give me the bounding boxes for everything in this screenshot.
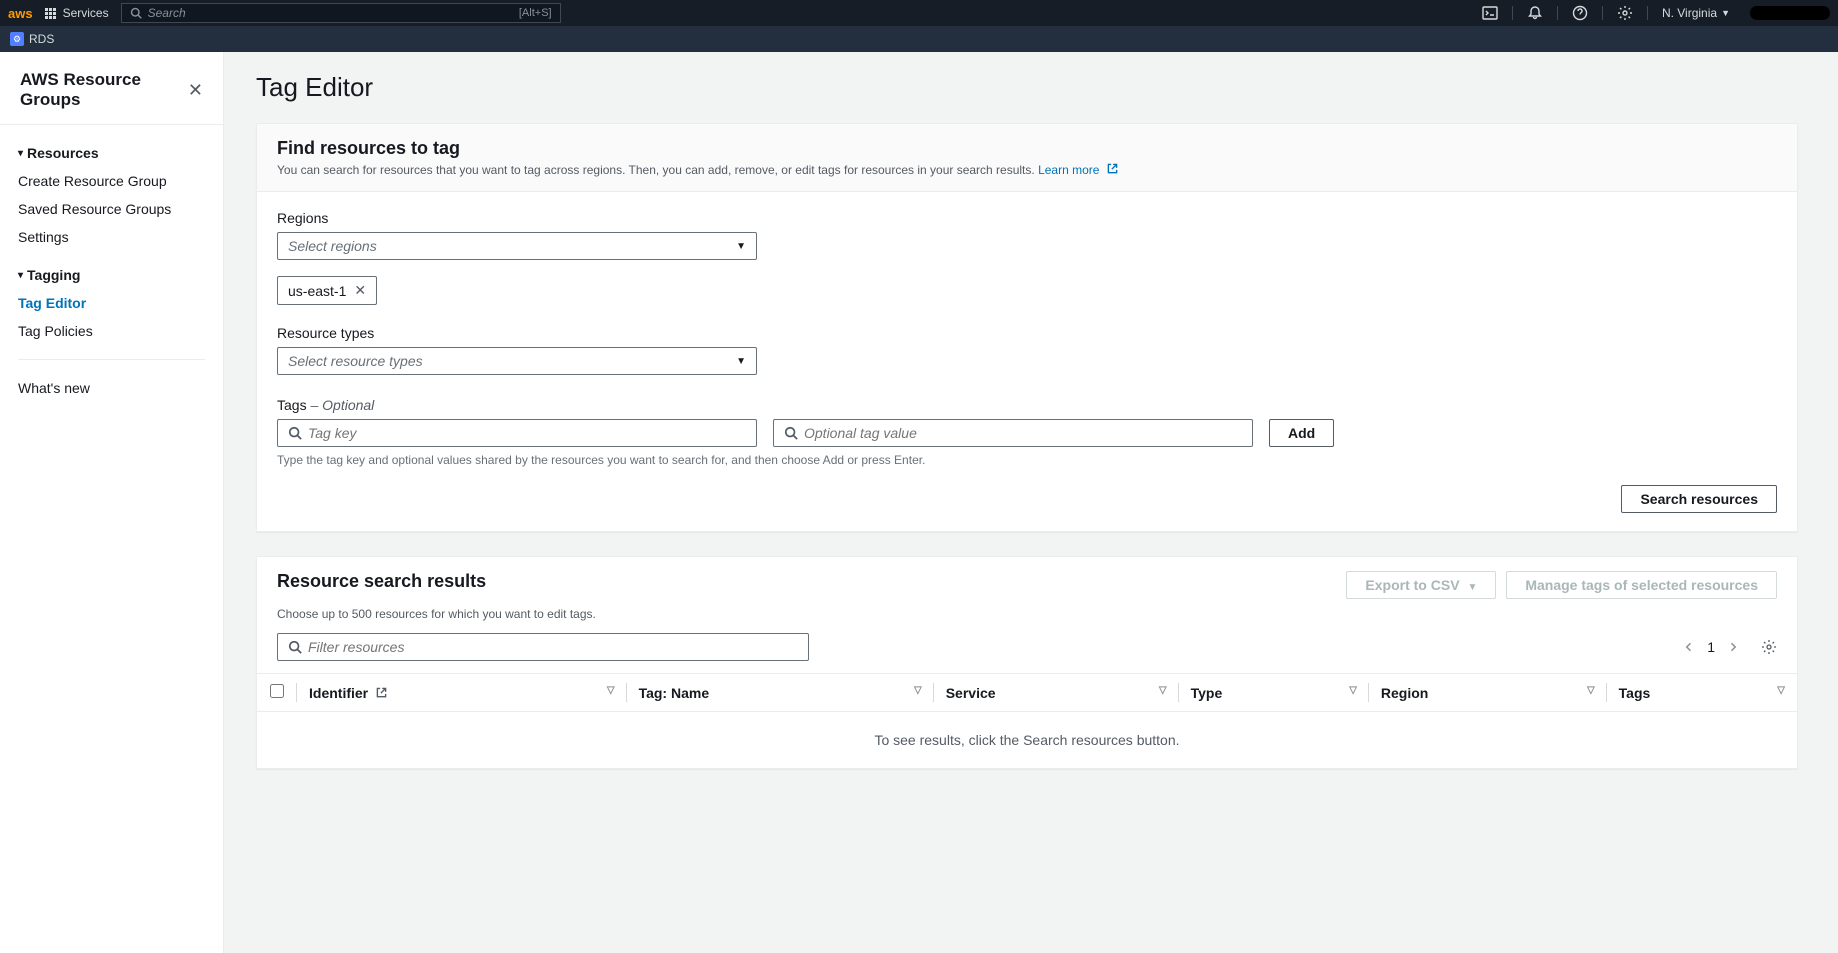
manage-tags-button[interactable]: Manage tags of selected resources (1506, 571, 1777, 599)
region-chip-label: us-east-1 (288, 283, 346, 299)
sort-icon: ▽ (607, 685, 615, 696)
col-type[interactable]: Type▽ (1179, 674, 1369, 712)
page-title: Tag Editor (256, 72, 1798, 103)
sidebar-title: AWS Resource Groups (20, 70, 188, 110)
top-nav: aws Services Search [Alt+S] N. Virginia … (0, 0, 1838, 26)
prev-page-icon[interactable] (1683, 641, 1695, 653)
sidebar-section-tagging[interactable]: Tagging (0, 261, 223, 289)
tags-hint: Type the tag key and optional values sha… (277, 453, 1777, 467)
notifications-icon[interactable] (1527, 5, 1543, 21)
search-icon (288, 426, 302, 440)
page-number: 1 (1707, 639, 1715, 655)
global-search-input[interactable]: Search [Alt+S] (121, 3, 561, 23)
external-link-icon (1107, 163, 1118, 174)
main-content: Tag Editor Find resources to tag You can… (224, 52, 1838, 953)
sidebar: AWS Resource Groups ✕ Resources Create R… (0, 52, 224, 953)
sort-icon: ▽ (1349, 685, 1357, 696)
pagination: 1 (1683, 639, 1777, 655)
filter-resources-input[interactable] (277, 633, 809, 661)
region-chip-us-east-1: us-east-1 ✕ (277, 276, 377, 305)
empty-state-row: To see results, click the Search resourc… (257, 712, 1797, 769)
search-icon (784, 426, 798, 440)
services-grid-icon[interactable] (45, 8, 57, 19)
search-shortcut: [Alt+S] (519, 7, 552, 19)
rds-service-link[interactable]: RDS (29, 32, 54, 46)
sidebar-item-whats-new[interactable]: What's new (0, 374, 223, 402)
results-subtitle: Choose up to 500 resources for which you… (257, 607, 1797, 633)
top-nav-right: N. Virginia ▼ (1482, 5, 1830, 21)
settings-icon[interactable] (1617, 5, 1633, 21)
col-identifier[interactable]: Identifier ▽ (297, 674, 627, 712)
learn-more-link[interactable]: Learn more (1038, 163, 1118, 177)
find-panel-title: Find resources to tag (277, 138, 1777, 159)
account-menu[interactable] (1750, 6, 1830, 20)
sort-icon: ▽ (1587, 685, 1595, 696)
find-resources-panel: Find resources to tag You can search for… (256, 123, 1798, 532)
search-resources-button[interactable]: Search resources (1621, 485, 1777, 513)
tag-key-input[interactable] (277, 419, 757, 447)
export-csv-button[interactable]: Export to CSV ▼ (1346, 571, 1496, 599)
tags-label: Tags – Optional (277, 397, 1777, 413)
sort-icon: ▽ (1777, 685, 1785, 696)
table-settings-icon[interactable] (1761, 639, 1777, 655)
results-table: Identifier ▽ Tag: Name▽ Service▽ Type▽ R… (257, 673, 1797, 768)
sidebar-item-tag-editor[interactable]: Tag Editor (0, 289, 223, 317)
regions-label: Regions (277, 210, 1777, 226)
sort-icon: ▽ (1159, 685, 1167, 696)
service-bar: ⚙ RDS (0, 26, 1838, 52)
cloudshell-icon[interactable] (1482, 5, 1498, 21)
search-icon (288, 640, 302, 654)
sort-icon: ▽ (914, 685, 922, 696)
results-title: Resource search results (277, 571, 486, 592)
resource-types-label: Resource types (277, 325, 1777, 341)
sidebar-item-create-resource-group[interactable]: Create Resource Group (0, 167, 223, 195)
caret-down-icon: ▼ (1721, 8, 1730, 18)
remove-region-icon[interactable]: ✕ (354, 282, 366, 299)
sidebar-item-saved-resource-groups[interactable]: Saved Resource Groups (0, 195, 223, 223)
empty-message: To see results, click the Search resourc… (257, 712, 1797, 769)
sidebar-item-tag-policies[interactable]: Tag Policies (0, 317, 223, 345)
close-sidebar-icon[interactable]: ✕ (188, 80, 203, 101)
regions-select[interactable]: Select regions ▼ (277, 232, 757, 260)
search-icon (130, 7, 142, 19)
external-link-icon (376, 687, 387, 698)
help-icon[interactable] (1572, 5, 1588, 21)
aws-logo[interactable]: aws (8, 6, 33, 21)
col-region[interactable]: Region▽ (1369, 674, 1607, 712)
find-panel-subtitle: You can search for resources that you wa… (277, 163, 1035, 177)
caret-down-icon: ▼ (736, 356, 746, 367)
caret-down-icon: ▼ (736, 241, 746, 252)
select-all-checkbox[interactable] (270, 684, 284, 698)
rds-service-icon: ⚙ (10, 32, 24, 46)
caret-down-icon: ▼ (1467, 582, 1477, 593)
search-placeholder: Search (148, 6, 186, 20)
tag-value-input[interactable] (773, 419, 1253, 447)
sidebar-item-settings[interactable]: Settings (0, 223, 223, 251)
services-menu[interactable]: Services (63, 6, 109, 20)
add-tag-button[interactable]: Add (1269, 419, 1334, 447)
col-service[interactable]: Service▽ (934, 674, 1179, 712)
sidebar-section-resources[interactable]: Resources (0, 139, 223, 167)
results-panel: Resource search results Export to CSV ▼ … (256, 556, 1798, 769)
col-tags[interactable]: Tags▽ (1607, 674, 1797, 712)
resource-types-select[interactable]: Select resource types ▼ (277, 347, 757, 375)
region-selector[interactable]: N. Virginia ▼ (1662, 6, 1730, 20)
next-page-icon[interactable] (1727, 641, 1739, 653)
col-tag-name[interactable]: Tag: Name▽ (627, 674, 934, 712)
